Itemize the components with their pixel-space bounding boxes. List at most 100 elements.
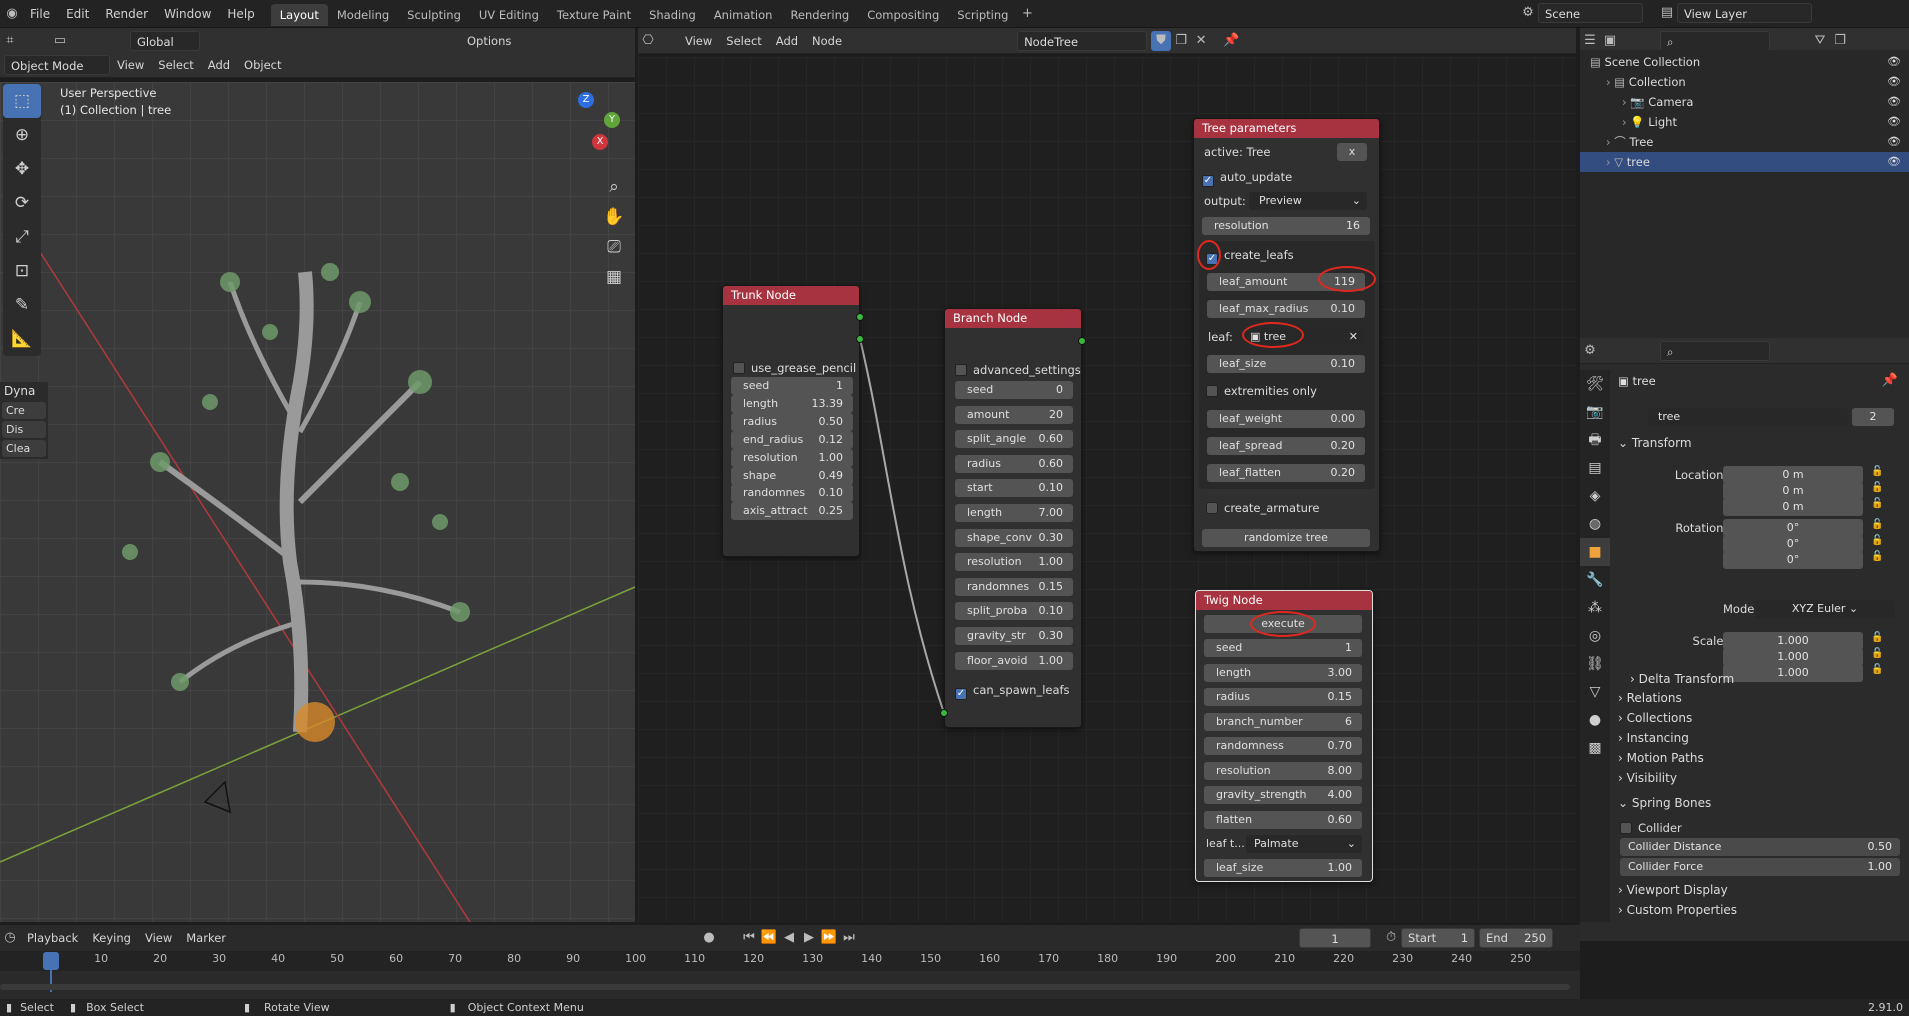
tab-rendering[interactable]: Rendering bbox=[781, 4, 858, 26]
trunk-field-axis-attract[interactable]: axis_attract 0.25 bbox=[731, 502, 853, 521]
editor-type-icon[interactable]: ⌗ bbox=[0, 31, 20, 51]
timeline-menu-view[interactable]: View bbox=[138, 927, 179, 949]
active-close-button[interactable]: x bbox=[1337, 143, 1367, 161]
tool-tab-icon[interactable]: 🛠 bbox=[1580, 370, 1610, 398]
use-grease-pencil-checkbox[interactable]: use_grease_pencil bbox=[733, 360, 856, 376]
particles-tab-icon[interactable]: ⁂ bbox=[1580, 594, 1610, 622]
pan-hand-icon[interactable]: ✋ bbox=[600, 202, 628, 232]
trunk-field-randomnes[interactable]: randomnes 0.10 bbox=[731, 484, 853, 503]
lock-icon[interactable]: 🔓 bbox=[1871, 664, 1883, 675]
panel-custom-properties-header[interactable]: › Custom Properties bbox=[1618, 899, 1737, 921]
twig-field-randomness[interactable]: randomness 0.70 bbox=[1204, 737, 1362, 755]
outliner-item-tree[interactable]: › ⌒ Tree 👁 bbox=[1580, 132, 1909, 152]
tab-uv-editing[interactable]: UV Editing bbox=[470, 4, 548, 26]
outliner-item-collection[interactable]: › ▤ Collection 👁 bbox=[1580, 72, 1909, 92]
rotation-mode-dropdown[interactable]: XYZ Euler ⌄ bbox=[1755, 600, 1895, 618]
branch-field-length[interactable]: length 7.00 bbox=[955, 504, 1073, 522]
branch-node[interactable]: Branch Node advanced_settings seed 0 amoun… bbox=[944, 308, 1082, 728]
outliner-item-tree-mesh[interactable]: › ▽ tree 👁 bbox=[1580, 152, 1909, 172]
leaf-type-dropdown[interactable]: Palmate ⌄ bbox=[1246, 835, 1362, 853]
measure-tool-icon[interactable]: 📐 bbox=[3, 322, 41, 356]
panel-viewport-display-header[interactable]: › Viewport Display bbox=[1618, 879, 1728, 901]
collider-force-field[interactable]: Collider Force 1.00 bbox=[1620, 858, 1900, 876]
3d-viewport[interactable]: User Perspective (1) Collection | tree Z… bbox=[0, 82, 635, 922]
render-tab-icon[interactable]: 📷 bbox=[1580, 398, 1610, 426]
properties-type-icon[interactable]: ⚙ bbox=[1580, 341, 1600, 361]
menu-help[interactable]: Help bbox=[219, 0, 262, 28]
playhead[interactable] bbox=[43, 952, 59, 970]
visibility-eye-icon[interactable]: 👁 bbox=[1887, 72, 1901, 92]
options-button[interactable]: Options bbox=[460, 30, 518, 52]
spring-bones-header[interactable]: ⌄ Spring Bones bbox=[1618, 792, 1711, 814]
lock-icon[interactable]: 🔓 bbox=[1871, 466, 1883, 477]
branch-field-randomnes[interactable]: randomnes 0.15 bbox=[955, 577, 1073, 596]
timeline-menu-keying[interactable]: Keying bbox=[85, 927, 138, 949]
navigation-gizmo[interactable]: Z Y X bbox=[550, 92, 620, 162]
visibility-eye-icon[interactable]: 👁 bbox=[1887, 132, 1901, 152]
branch-field-resolution[interactable]: resolution 1.00 bbox=[955, 553, 1073, 572]
tab-layout[interactable]: Layout bbox=[270, 4, 328, 26]
branch-output-socket[interactable] bbox=[1078, 337, 1086, 345]
unlink-icon[interactable]: ✕ bbox=[1191, 31, 1211, 51]
menu-file[interactable]: File bbox=[22, 0, 58, 28]
object-name-field[interactable]: tree bbox=[1648, 408, 1848, 426]
node-editor-type-icon[interactable]: ⎔ bbox=[638, 31, 658, 51]
branch-field-shape-conv[interactable]: shape_conv 0.30 bbox=[955, 528, 1073, 547]
timeline-menu-marker[interactable]: Marker bbox=[179, 927, 233, 949]
trunk-node-title[interactable]: Trunk Node bbox=[723, 286, 859, 305]
dyna-item[interactable]: Cre bbox=[2, 402, 46, 419]
users-count-field[interactable]: 2 bbox=[1852, 408, 1894, 426]
twig-field-resolution[interactable]: resolution 8.00 bbox=[1204, 761, 1362, 780]
view-layer-field[interactable]: View Layer bbox=[1677, 3, 1812, 23]
select-mode-icon[interactable]: ▭ bbox=[50, 31, 70, 51]
node-menu-view[interactable]: View bbox=[678, 30, 719, 52]
menu-edit[interactable]: Edit bbox=[58, 0, 97, 28]
pin-icon[interactable]: 📌 bbox=[1221, 31, 1241, 51]
visibility-eye-icon[interactable]: 👁 bbox=[1887, 112, 1901, 132]
collider-distance-field[interactable]: Collider Distance 0.50 bbox=[1620, 838, 1900, 856]
extremities-only-checkbox[interactable]: extremities only bbox=[1206, 383, 1317, 399]
prev-key-icon[interactable]: ⏪ bbox=[759, 928, 779, 948]
texture-tab-icon[interactable]: ▩ bbox=[1580, 734, 1610, 762]
branch-field-amount[interactable]: amount 20 bbox=[955, 405, 1073, 424]
dyna-item[interactable]: Dis bbox=[2, 421, 46, 438]
auto-update-checkbox[interactable]: ✓ auto_update bbox=[1202, 169, 1292, 187]
create-armature-checkbox[interactable]: create_armature bbox=[1206, 500, 1319, 516]
branch-field-split-proba[interactable]: split_proba 0.10 bbox=[955, 602, 1073, 621]
gizmo-z-icon[interactable]: Z bbox=[578, 92, 594, 108]
output-dropdown[interactable]: Preview ⌄ bbox=[1249, 192, 1367, 210]
branch-field-radius[interactable]: radius 0.60 bbox=[955, 454, 1073, 473]
trunk-field-seed[interactable]: seed 1 bbox=[731, 377, 853, 395]
resolution-field[interactable]: resolution 16 bbox=[1202, 217, 1370, 235]
gizmo-x-icon[interactable]: X bbox=[592, 134, 608, 150]
jump-end-icon[interactable]: ⏭ bbox=[839, 928, 859, 948]
trunk-field-resolution[interactable]: resolution 1.00 bbox=[731, 448, 853, 467]
trunk-output-socket-2[interactable] bbox=[856, 335, 864, 343]
tab-animation[interactable]: Animation bbox=[705, 4, 782, 26]
leaf-flatten-field[interactable]: leaf_flatten 0.20 bbox=[1207, 464, 1365, 482]
tab-modeling[interactable]: Modeling bbox=[328, 4, 398, 26]
rotation-field-2[interactable]: 0° bbox=[1723, 551, 1863, 570]
collider-checkbox[interactable]: Collider bbox=[1620, 820, 1682, 836]
trunk-field-length[interactable]: length 13.39 bbox=[731, 394, 853, 413]
camera-view-icon[interactable]: ⎚ bbox=[600, 232, 628, 262]
timeline-scrollbar[interactable] bbox=[0, 984, 1570, 990]
scene-tab-icon[interactable]: ◈ bbox=[1580, 482, 1610, 510]
blender-logo-icon[interactable]: ◉ bbox=[2, 4, 22, 24]
clear-leaf-icon[interactable]: ✕ bbox=[1349, 328, 1358, 346]
gizmo-y-icon[interactable]: Y bbox=[604, 112, 620, 128]
trunk-field-shape[interactable]: shape 0.49 bbox=[731, 466, 853, 485]
rotate-tool-icon[interactable]: ⟳ bbox=[3, 186, 41, 220]
jump-start-icon[interactable]: ⏮ bbox=[739, 928, 759, 948]
menu-render[interactable]: Render bbox=[97, 0, 156, 28]
branch-field-floor-avoid[interactable]: floor_avoid 1.00 bbox=[955, 651, 1073, 670]
current-frame-field[interactable]: 1 bbox=[1299, 928, 1372, 948]
view-layer-tab-icon[interactable]: ▤ bbox=[1580, 454, 1610, 482]
lock-icon[interactable]: 🔓 bbox=[1871, 482, 1883, 493]
branch-field-seed[interactable]: seed 0 bbox=[955, 381, 1073, 399]
twig-field-length[interactable]: length 3.00 bbox=[1204, 663, 1362, 682]
panel-motion-paths-header[interactable]: › Motion Paths bbox=[1618, 747, 1704, 769]
dyna-tab[interactable]: Dyna bbox=[0, 382, 48, 400]
trunk-node[interactable]: Trunk Node use_grease_pencil seed 1 length… bbox=[722, 285, 860, 557]
lock-icon[interactable]: 🔓 bbox=[1871, 498, 1883, 509]
